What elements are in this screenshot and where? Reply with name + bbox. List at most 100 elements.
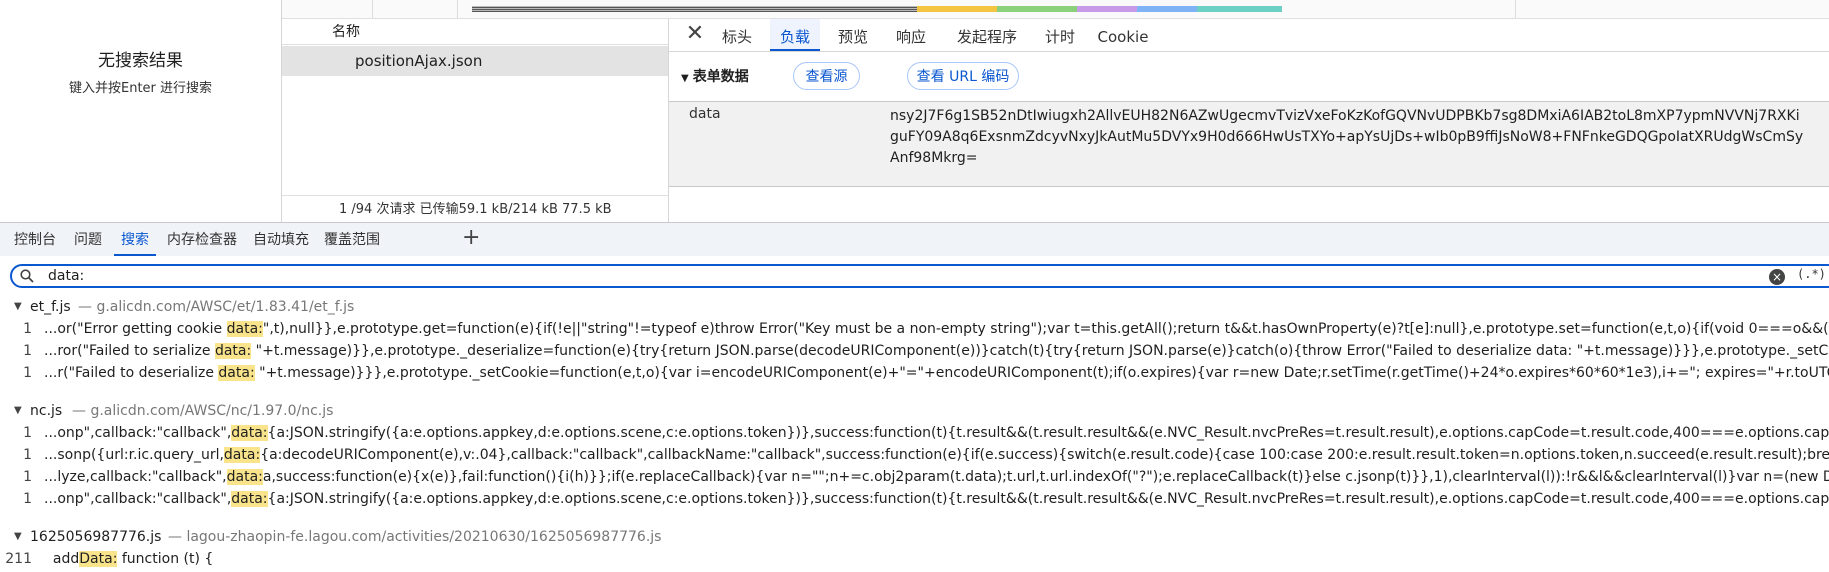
- form-data-title: 表单数据: [692, 69, 749, 85]
- match-after: ",t),null}},e.prototype.get=function(e){…: [262, 321, 1829, 337]
- match-highlight: data:: [214, 343, 252, 359]
- match-after: "+t.message)}}},e.prototype._setCookie=f…: [254, 365, 1829, 381]
- expand-triangle-icon: ▼: [681, 73, 689, 84]
- result-match-line[interactable]: 1 ...onp",callback:"callback",data:{a:JS…: [0, 422, 1829, 444]
- match-before: ...lyze,callback:"callback",: [44, 469, 227, 485]
- result-file-name: nc.js: [30, 403, 63, 419]
- match-before: add: [44, 551, 80, 567]
- tab-autofill[interactable]: 自动填充: [250, 223, 312, 256]
- result-match-line[interactable]: 1 ...r("Failed to deserialize data: "+t.…: [0, 362, 1829, 384]
- result-file-url-text: g.alicdn.com/AWSC/nc/1.97.0/nc.js: [90, 403, 334, 419]
- result-line-number: 211: [5, 551, 32, 567]
- match-before: ...sonp({url:r.ic.query_url,: [44, 447, 224, 463]
- regex-toggle-icon[interactable]: (.*): [1797, 267, 1826, 281]
- tab-response[interactable]: 响应: [886, 19, 936, 51]
- tab-memory-inspector[interactable]: 内存检查器: [164, 223, 240, 256]
- form-data-key: data: [689, 106, 721, 122]
- result-match-text: ...lyze,callback:"callback",data:a,succe…: [44, 466, 1829, 488]
- tab-initiator[interactable]: 发起程序: [945, 19, 1029, 51]
- tab-preview[interactable]: 预览: [828, 19, 878, 51]
- search-icon: [20, 269, 34, 283]
- tab-cookie[interactable]: Cookie: [1088, 19, 1158, 51]
- match-after: {a:JSON.stringify({a:e.options.appkey,d:…: [267, 491, 1829, 507]
- drawer-tab-bar: 控制台 问题 搜索 内存检查器 自动填充 覆盖范围 +: [0, 222, 1829, 257]
- result-match-line[interactable]: 1 ...or("Error getting cookie data:",t),…: [0, 318, 1829, 340]
- tab-issues[interactable]: 问题: [70, 223, 106, 256]
- match-highlight: data:: [226, 469, 263, 485]
- tab-timing[interactable]: 计时: [1035, 19, 1085, 51]
- name-column-header[interactable]: 名称: [282, 19, 668, 45]
- match-before: ...onp",callback:"callback",: [44, 425, 232, 441]
- request-row-selected[interactable]: positionAjax.json: [282, 46, 668, 76]
- result-file-url: — g.alicdn.com/AWSC/et/1.83.41/et_f.js: [78, 299, 355, 315]
- tab-coverage[interactable]: 覆盖范围: [321, 223, 383, 256]
- result-match-line[interactable]: 211 addData: function (t) {: [0, 548, 1829, 570]
- waterfall-bar: [1077, 6, 1137, 12]
- match-highlight: data:: [226, 321, 263, 337]
- tab-search[interactable]: 搜索: [114, 223, 156, 256]
- search-bar: × (.*) Aa: [0, 256, 1829, 294]
- close-icon[interactable]: ✕: [683, 23, 707, 47]
- request-detail-panel: ✕ 标头 负载 预览 响应 发起程序 计时 Cookie ▼ 表单数据 查看源 查…: [669, 19, 1829, 222]
- result-match-text: ...onp",callback:"callback",data:{a:JSON…: [44, 422, 1829, 444]
- form-data-toggle[interactable]: ▼ 表单数据: [681, 66, 749, 86]
- result-file-url: — g.alicdn.com/AWSC/nc/1.97.0/nc.js: [72, 403, 334, 419]
- result-match-line[interactable]: 1 ...onp",callback:"callback",data:{a:JS…: [0, 488, 1829, 510]
- clear-search-icon[interactable]: ×: [1769, 269, 1785, 285]
- expand-triangle-icon[interactable]: ▼: [14, 526, 22, 548]
- match-highlight: data:: [231, 491, 268, 507]
- request-name-column: 名称 positionAjax.json 1 /94 次请求 已传输59.1 k…: [282, 19, 668, 222]
- result-line-number: 1: [23, 321, 32, 337]
- search-results-list: ▼ et_f.js — g.alicdn.com/AWSC/et/1.83.41…: [0, 296, 1829, 572]
- tab-headers[interactable]: 标头: [712, 19, 762, 51]
- add-tab-icon[interactable]: +: [462, 226, 480, 250]
- result-line-number: 1: [23, 469, 32, 485]
- match-before: ...r("Failed to deserialize: [44, 365, 219, 381]
- result-match-line[interactable]: 1 ...ror("Failed to serialize data: "+t.…: [0, 340, 1829, 362]
- result-match-text: ...sonp({url:r.ic.query_url,data:{a:deco…: [44, 444, 1829, 466]
- form-data-row: data nsy2J7F6g1SB52nDtIwiugxh2AllvEUH82N…: [669, 101, 1829, 187]
- expand-triangle-icon[interactable]: ▼: [14, 296, 22, 318]
- search-box: × (.*) Aa: [10, 264, 1829, 288]
- search-results-empty-panel: 无搜索结果 键入并按Enter 进行搜索: [0, 0, 281, 222]
- result-match-text: ...r("Failed to deserialize data: "+t.me…: [44, 362, 1829, 384]
- match-after: {a:JSON.stringify({a:e.options.appkey,d:…: [267, 425, 1829, 441]
- result-match-text: addData: function (t) {: [44, 548, 213, 570]
- result-file-name: et_f.js: [30, 299, 71, 315]
- no-results-hint: 键入并按Enter 进行搜索: [68, 81, 213, 96]
- result-match-text: ...ror("Failed to serialize data: "+t.me…: [44, 340, 1829, 362]
- waterfall-bar: [917, 6, 997, 12]
- match-highlight: data:: [231, 425, 268, 441]
- result-match-line[interactable]: 1 ...lyze,callback:"callback",data:a,suc…: [0, 466, 1829, 488]
- match-before: ...ror("Failed to serialize: [44, 343, 215, 359]
- expand-triangle-icon[interactable]: ▼: [14, 400, 22, 422]
- result-line-number: 1: [23, 447, 32, 463]
- waterfall-bar: [997, 6, 1077, 12]
- waterfall-bar: [472, 6, 917, 12]
- result-file-header[interactable]: ▼ nc.js — g.alicdn.com/AWSC/nc/1.97.0/nc…: [0, 400, 1829, 422]
- no-results-title: 无搜索结果: [98, 51, 183, 71]
- match-after: a,success:function(e){x(e)},fail:functio…: [262, 469, 1829, 485]
- tab-console[interactable]: 控制台: [10, 223, 60, 256]
- form-data-value[interactable]: nsy2J7F6g1SB52nDtIwiugxh2AllvEUH82N6AZwU…: [890, 106, 1829, 169]
- match-after: "+t.message)}},e.prototype._deserialize=…: [251, 343, 1829, 359]
- result-line-number: 1: [23, 365, 32, 381]
- network-status-bar: 1 /94 次请求 已传输59.1 kB/214 kB 77.5 kB: [282, 195, 668, 222]
- tab-payload[interactable]: 负载: [770, 19, 820, 51]
- match-after: function (t) {: [117, 551, 214, 567]
- result-line-number: 1: [23, 425, 32, 441]
- search-input[interactable]: [48, 266, 1648, 286]
- match-highlight: Data:: [79, 551, 118, 567]
- result-file-header[interactable]: ▼ et_f.js — g.alicdn.com/AWSC/et/1.83.41…: [0, 296, 1829, 318]
- match-before: ...onp",callback:"callback",: [44, 491, 232, 507]
- result-match-text: ...onp",callback:"callback",data:{a:JSON…: [44, 488, 1829, 510]
- result-file-header[interactable]: ▼ 1625056987776.js — lagou-zhaopin-fe.la…: [0, 526, 1829, 548]
- waterfall-bar: [1137, 6, 1197, 12]
- match-highlight: data:: [218, 365, 255, 381]
- view-url-encoded-button[interactable]: 查看 URL 编码: [907, 62, 1019, 90]
- view-source-button[interactable]: 查看源: [793, 62, 860, 90]
- result-file-url-text: lagou-zhaopin-fe.lagou.com/activities/20…: [186, 529, 662, 545]
- result-match-line[interactable]: 1 ...sonp({url:r.ic.query_url,data:{a:de…: [0, 444, 1829, 466]
- result-line-number: 1: [23, 491, 32, 507]
- result-file-name: 1625056987776.js: [30, 529, 162, 545]
